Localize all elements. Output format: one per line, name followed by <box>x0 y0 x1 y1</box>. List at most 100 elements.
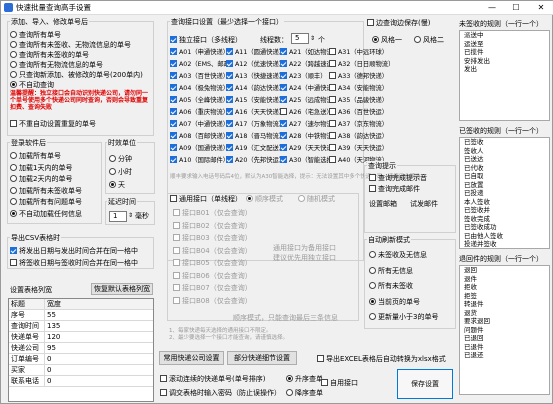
checkbox[interactable] <box>226 144 233 151</box>
checkbox[interactable] <box>170 156 177 163</box>
radio[interactable] <box>109 155 116 162</box>
radio[interactable] <box>10 81 17 88</box>
radio[interactable] <box>369 282 376 289</box>
checkbox[interactable] <box>367 19 374 26</box>
radio[interactable] <box>10 163 17 171</box>
self-api-check[interactable]: 自用接口 <box>321 378 358 388</box>
radio[interactable] <box>286 389 293 396</box>
cell-width[interactable]: 0 <box>45 376 153 386</box>
checkbox[interactable] <box>173 234 180 241</box>
radio[interactable] <box>109 181 116 188</box>
radio-option[interactable]: 查询所有未签收的单号 <box>10 50 143 60</box>
checkbox[interactable] <box>170 195 177 202</box>
cell-width[interactable]: 0 <box>45 365 153 375</box>
table-row[interactable]: 订单编号 0 <box>9 354 153 365</box>
radio[interactable] <box>298 195 305 202</box>
checkbox[interactable] <box>280 156 287 163</box>
radio-option[interactable]: 查询所有未签收、无物流信息的单号 <box>10 40 143 50</box>
table-row[interactable]: 联系电话 0 <box>9 376 153 387</box>
api-option[interactable]: A13（快捷速递） <box>226 72 285 82</box>
radio[interactable] <box>10 31 17 38</box>
checkbox[interactable] <box>329 132 336 139</box>
common-check[interactable]: 通用接口（单线程） <box>170 194 242 204</box>
password-check[interactable]: 调交表格时输入密码（防止误操作） <box>160 388 281 398</box>
checkbox[interactable] <box>226 72 233 79</box>
skip-dup-check[interactable]: 不重自动设置重复的单号 <box>10 119 96 129</box>
checkbox-option[interactable]: 将发出日期与发出时间合并在同一格中 <box>10 245 138 257</box>
api-option[interactable]: A35（品骏快递） <box>329 96 388 106</box>
radio[interactable] <box>10 198 17 205</box>
table-row[interactable]: 查询时间 135 <box>9 321 153 332</box>
api-option[interactable]: A23（顺丰） <box>280 72 327 82</box>
checkbox[interactable] <box>170 84 177 91</box>
cell-width[interactable]: 0 <box>45 354 153 364</box>
api-option[interactable]: A20（先邦快运） <box>226 156 285 166</box>
radio[interactable] <box>10 51 17 58</box>
radio[interactable] <box>10 61 17 68</box>
api-option[interactable]: A26（宅急送） <box>280 108 333 118</box>
radio-option[interactable]: 当前页的单号 <box>369 295 438 311</box>
checkbox[interactable] <box>329 144 336 151</box>
table-row[interactable]: 快递公司 95 <box>9 343 153 354</box>
checkbox[interactable] <box>226 156 233 163</box>
checkbox-option[interactable]: 查询完成提示音 <box>369 173 427 184</box>
checkbox[interactable] <box>226 60 233 67</box>
checkbox[interactable] <box>369 174 376 181</box>
checkbox[interactable] <box>173 284 180 291</box>
checkbox[interactable] <box>280 84 287 91</box>
checkbox[interactable] <box>280 108 287 115</box>
checkbox[interactable] <box>10 247 17 254</box>
radio-option[interactable]: 所有未签收 <box>369 279 438 295</box>
radio[interactable] <box>414 36 421 43</box>
edge-save-check[interactable]: 边查询边保存(慢) <box>367 18 430 28</box>
radio[interactable] <box>286 375 293 382</box>
common-api-option[interactable]: 接口B06（仅会查询） <box>173 270 252 283</box>
common-api-option[interactable]: 接口B02（仅会查询） <box>173 220 252 233</box>
checkbox[interactable] <box>280 96 287 103</box>
radio[interactable] <box>369 297 376 305</box>
table-row[interactable]: 买家 0 <box>9 365 153 376</box>
checkbox[interactable] <box>329 120 336 127</box>
radio-option[interactable]: 加载所有有问题单号 <box>10 197 82 209</box>
radio[interactable] <box>246 195 253 202</box>
checkbox[interactable] <box>329 108 336 115</box>
radio-option[interactable]: 加载1天内的单号 <box>10 163 82 175</box>
api-option[interactable]: A17（万象物流） <box>226 120 285 130</box>
checkbox[interactable] <box>280 120 287 127</box>
api-option[interactable]: A01（申通快递） <box>170 48 229 58</box>
checkbox[interactable] <box>173 209 180 216</box>
api-option[interactable]: A33（德邦快递） <box>329 72 388 82</box>
api-option[interactable]: A18（晋马物流） <box>226 132 285 142</box>
checkbox[interactable] <box>226 84 233 91</box>
checkbox[interactable] <box>226 96 233 103</box>
radio-option[interactable]: 小时 <box>109 166 132 179</box>
radio-option[interactable]: 分钟 <box>109 153 132 166</box>
checkbox[interactable] <box>170 60 177 67</box>
rand-radio[interactable]: 随机模式 <box>298 194 335 204</box>
export-excel-check[interactable]: 导出EXCEL表格后自动转换为xlsx格式 <box>317 354 446 364</box>
radio-option[interactable]: 加载所有单号 <box>10 151 82 163</box>
checkbox[interactable] <box>173 246 180 254</box>
api-option[interactable]: A09（国通快递） <box>170 144 229 154</box>
checkbox[interactable] <box>226 48 233 55</box>
checkbox[interactable] <box>329 84 336 91</box>
table-row[interactable]: 快递单号 120 <box>9 332 153 343</box>
cell-width[interactable]: 55 <box>45 310 153 320</box>
api-option[interactable]: A16（天天快递） <box>226 108 285 118</box>
radio-option[interactable]: 未签收及无信息 <box>369 248 438 264</box>
api-option[interactable]: A38（韵达快运） <box>329 132 388 142</box>
checkbox[interactable] <box>329 60 336 67</box>
api-option[interactable]: A37（京东物流） <box>329 120 388 130</box>
checkbox-option[interactable]: 将签收日期与签收时间合并在同一格中 <box>10 257 138 269</box>
api-option[interactable]: A11（圆通快递） <box>226 48 285 58</box>
api-option[interactable]: A14（韵达快递） <box>226 84 285 94</box>
api-option[interactable]: A31（中远环球） <box>329 48 388 58</box>
checkbox[interactable] <box>329 48 336 55</box>
style1-radio[interactable]: 风格一 <box>372 35 402 45</box>
problem-rules-list[interactable]: 退回 退件 拒收 拒签 转退件 退货 要求退回 问题件 已退回 已退件 已退还 <box>459 265 550 395</box>
checkbox[interactable] <box>226 108 233 115</box>
radio[interactable] <box>10 71 17 78</box>
cell-width[interactable]: 95 <box>45 343 153 353</box>
api-option[interactable]: A39（天天快运） <box>329 144 388 154</box>
radio-option[interactable]: 不自动查询 <box>10 80 143 90</box>
